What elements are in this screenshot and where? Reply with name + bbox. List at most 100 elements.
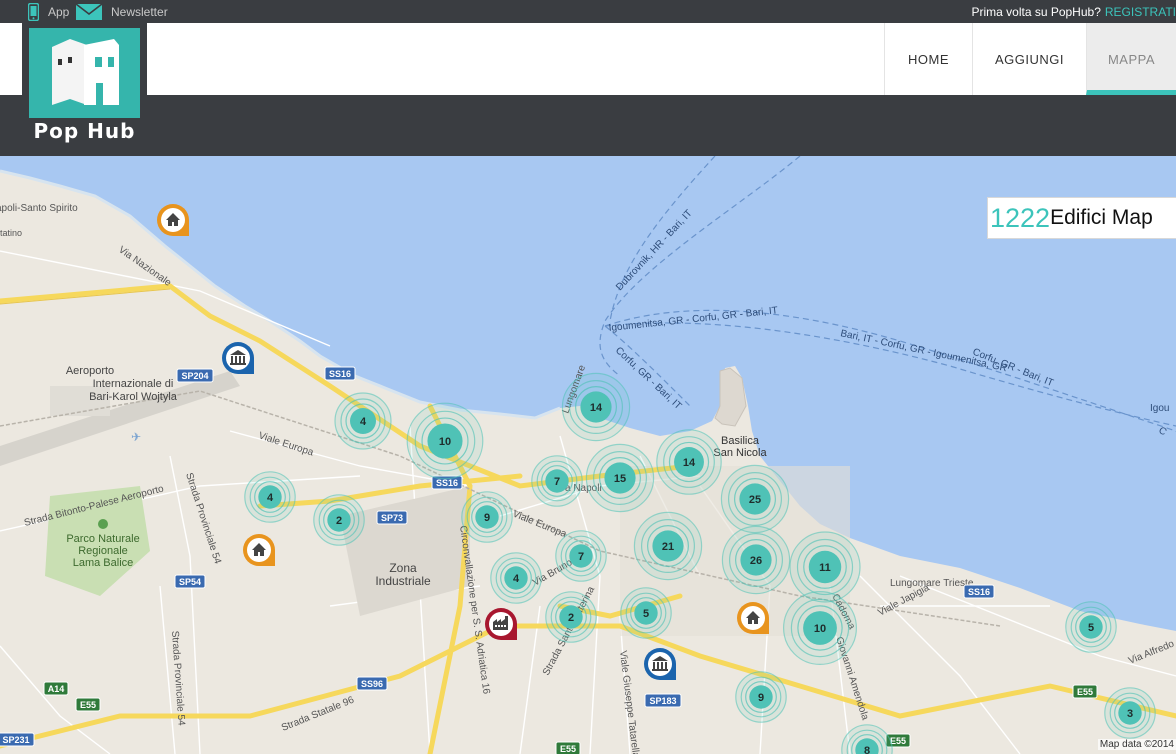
register-prompt: Prima volta su PopHub? REGISTRATI <box>971 0 1176 23</box>
label-basilica-1: Basilica <box>721 435 760 447</box>
svg-text:E55: E55 <box>890 736 906 746</box>
cluster-marker[interactable]: 10 <box>406 402 484 480</box>
road-shield-sp54: SP54 <box>174 574 206 589</box>
label-parco-2: Regionale <box>78 545 128 557</box>
cluster-marker[interactable]: 7 <box>555 530 607 582</box>
tree-icon <box>98 519 108 529</box>
label-tatino: tatino <box>0 228 22 238</box>
cluster-count: 7 <box>554 476 560 488</box>
cluster-marker[interactable]: 5 <box>620 587 672 639</box>
logo-text: Pop Hub <box>33 119 136 143</box>
cluster-count: 4 <box>513 573 520 585</box>
road-shield-sp204: SP204 <box>176 368 214 383</box>
cluster-marker[interactable]: 3 <box>1104 687 1156 739</box>
map-pin-museum[interactable] <box>644 648 676 680</box>
cluster-marker[interactable]: 25 <box>720 464 790 534</box>
svg-text:E55: E55 <box>80 700 96 710</box>
cluster-marker[interactable]: 5 <box>1065 601 1117 653</box>
cluster-marker[interactable]: 10 <box>782 591 857 666</box>
svg-text:E55: E55 <box>560 744 576 754</box>
road-shield-a14: A14 <box>43 681 69 696</box>
road-shield-ss16a: SS16 <box>324 366 356 381</box>
cluster-marker[interactable]: 15 <box>585 443 655 513</box>
newsletter-link[interactable]: Newsletter <box>76 0 168 23</box>
map-view[interactable]: apoli-Santo Spirito tatino Via Nazionale… <box>0 156 1176 754</box>
building-counter: 1222 Edifici Map <box>987 197 1176 239</box>
first-time-text: Prima volta su PopHub? <box>971 4 1101 19</box>
cluster-marker[interactable]: 2 <box>313 494 365 546</box>
cluster-marker[interactable]: 7 <box>531 455 583 507</box>
svg-text:SS16: SS16 <box>329 369 351 379</box>
road-shield-sp73: SP73 <box>376 510 408 525</box>
road-shield-e55b: E55 <box>555 741 581 754</box>
label-parco-1: Parco Naturale <box>66 533 139 545</box>
road-shield-sp183: SP183 <box>644 693 682 708</box>
app-link[interactable]: App <box>28 0 69 23</box>
label-zona-2: Industriale <box>375 574 431 588</box>
svg-text:SS96: SS96 <box>361 679 383 689</box>
svg-text:SP73: SP73 <box>381 513 403 523</box>
label-aeroporto-3: Bari-Karol Wojtyla <box>89 391 178 403</box>
cluster-count: 5 <box>1088 622 1094 634</box>
phone-icon <box>28 2 39 21</box>
cluster-count: 11 <box>819 562 831 574</box>
nav-map[interactable]: MAPPA <box>1086 23 1176 95</box>
cluster-count: 9 <box>484 512 490 524</box>
cluster-marker[interactable]: 9 <box>735 671 787 723</box>
label-parco-3: Lama Balice <box>73 557 134 569</box>
cluster-marker[interactable]: 4 <box>244 471 296 523</box>
main-nav: HOME AGGIUNGI MAPPA <box>884 23 1176 95</box>
newsletter-link-label: Newsletter <box>111 4 168 19</box>
svg-text:SP54: SP54 <box>179 577 201 587</box>
label-lungomare-trieste: Lungomare Trieste <box>890 578 974 589</box>
map-pin-home[interactable] <box>157 204 189 236</box>
map-pin-factory[interactable] <box>485 608 517 640</box>
cluster-marker[interactable]: 9 <box>461 491 513 543</box>
label-zona-1: Zona <box>389 561 417 575</box>
svg-text:E55: E55 <box>1077 687 1093 697</box>
map-pin-museum[interactable] <box>222 342 254 374</box>
road-shield-sp231: SP231 <box>0 732 35 747</box>
cluster-count: 3 <box>1127 708 1133 720</box>
register-link[interactable]: REGISTRATI <box>1105 5 1176 19</box>
cluster-count: 14 <box>590 402 603 414</box>
cluster-marker[interactable]: 4 <box>334 392 392 450</box>
cluster-marker[interactable]: 21 <box>633 511 703 581</box>
nav-add[interactable]: AGGIUNGI <box>972 23 1086 95</box>
road-shield-ss96: SS96 <box>356 676 388 691</box>
cluster-count: 9 <box>758 692 764 704</box>
cluster-count: 7 <box>578 551 584 563</box>
cluster-count: 14 <box>683 457 696 469</box>
building-count: 1222 <box>990 202 1051 233</box>
cluster-count: 10 <box>814 623 826 635</box>
map-pin-home[interactable] <box>737 602 769 634</box>
cluster-marker[interactable]: 4 <box>490 552 542 604</box>
cluster-marker[interactable]: 26 <box>721 525 791 595</box>
map-pin-home[interactable] <box>243 534 275 566</box>
cluster-count: 15 <box>614 473 626 485</box>
svg-text:SP231: SP231 <box>2 735 29 745</box>
svg-text:SP183: SP183 <box>649 696 676 706</box>
nav-home[interactable]: HOME <box>884 23 972 95</box>
cluster-count: 10 <box>439 436 451 448</box>
header-dark-band <box>0 95 1176 156</box>
cluster-count: 2 <box>568 612 574 624</box>
svg-text:SS16: SS16 <box>436 478 458 488</box>
svg-text:SS16: SS16 <box>968 587 990 597</box>
cluster-count: 4 <box>360 416 367 428</box>
cluster-marker[interactable]: 14 <box>656 429 722 495</box>
cluster-count: 5 <box>643 608 649 620</box>
cluster-marker[interactable]: 14 <box>561 372 631 442</box>
road-shield-e55a: E55 <box>75 697 101 712</box>
cluster-count: 26 <box>750 555 762 567</box>
pophub-logo[interactable]: Pop Hub <box>22 23 147 147</box>
road-shield-ss16c: SS16 <box>963 584 995 599</box>
label-ferry-igo: Igou <box>1150 403 1169 414</box>
label-aeroporto-1: Aeroporto <box>66 365 114 377</box>
cluster-marker[interactable]: 2 <box>545 591 597 643</box>
cluster-count: 4 <box>267 492 274 504</box>
map-canvas[interactable]: apoli-Santo Spirito tatino Via Nazionale… <box>0 156 1176 754</box>
map-attribution[interactable]: Map data ©2014 <box>1097 739 1176 750</box>
airplane-icon: ✈ <box>131 430 141 444</box>
road-shield-e55c: E55 <box>1072 684 1098 699</box>
